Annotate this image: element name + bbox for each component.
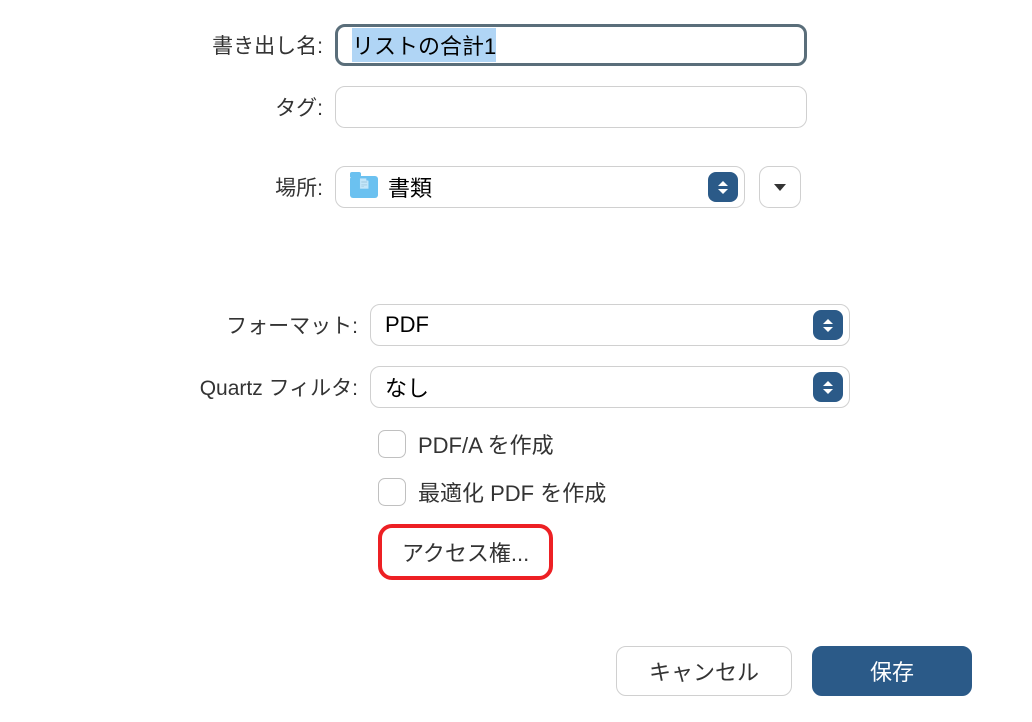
- cancel-button[interactable]: キャンセル: [616, 646, 792, 696]
- optimized-pdf-checkbox-label: 最適化 PDF を作成: [418, 476, 606, 508]
- format-options-section: フォーマット: PDF Quartz フィルタ: なし PDF/A を作成 最適…: [0, 268, 1032, 620]
- quartz-filter-label: Quartz フィルタ:: [0, 372, 370, 402]
- export-name-value: リストの合計1: [352, 28, 496, 62]
- select-arrows-icon: [708, 172, 738, 202]
- location-label: 場所:: [0, 172, 335, 202]
- tags-input[interactable]: [335, 86, 807, 128]
- select-arrows-icon: [813, 310, 843, 340]
- quartz-filter-select[interactable]: なし: [370, 366, 850, 408]
- select-arrows-icon: [813, 372, 843, 402]
- format-select[interactable]: PDF: [370, 304, 850, 346]
- export-name-row: 書き出し名: リストの合計1: [0, 24, 1032, 66]
- format-label: フォーマット:: [0, 310, 370, 340]
- folder-icon: [350, 176, 378, 198]
- export-dialog: 書き出し名: リストの合計1 タグ: 場所: 書類 フォーマット: PDF: [0, 0, 1032, 704]
- export-name-input[interactable]: リストの合計1: [335, 24, 807, 66]
- expand-location-button[interactable]: [759, 166, 801, 208]
- pdfa-checkbox-row: PDF/A を作成: [378, 428, 1032, 460]
- location-select[interactable]: 書類: [335, 166, 745, 208]
- location-row: 場所: 書類: [0, 166, 1032, 208]
- optimized-pdf-checkbox[interactable]: [378, 478, 406, 506]
- tags-label: タグ:: [0, 92, 335, 122]
- format-row: フォーマット: PDF: [0, 304, 1032, 346]
- pdfa-checkbox-label: PDF/A を作成: [418, 428, 554, 460]
- permissions-button[interactable]: アクセス権...: [378, 524, 553, 580]
- save-button[interactable]: 保存: [812, 646, 972, 696]
- location-value: 書類: [388, 171, 432, 203]
- quartz-filter-value: なし: [385, 371, 429, 403]
- file-info-section: 書き出し名: リストの合計1 タグ: 場所: 書類: [0, 0, 1032, 268]
- format-value: PDF: [385, 312, 429, 338]
- quartz-filter-row: Quartz フィルタ: なし: [0, 366, 1032, 408]
- pdfa-checkbox[interactable]: [378, 430, 406, 458]
- optimized-pdf-checkbox-row: 最適化 PDF を作成: [378, 476, 1032, 508]
- export-name-label: 書き出し名:: [0, 30, 335, 60]
- tags-row: タグ:: [0, 86, 1032, 128]
- action-buttons-section: キャンセル 保存: [0, 620, 1032, 722]
